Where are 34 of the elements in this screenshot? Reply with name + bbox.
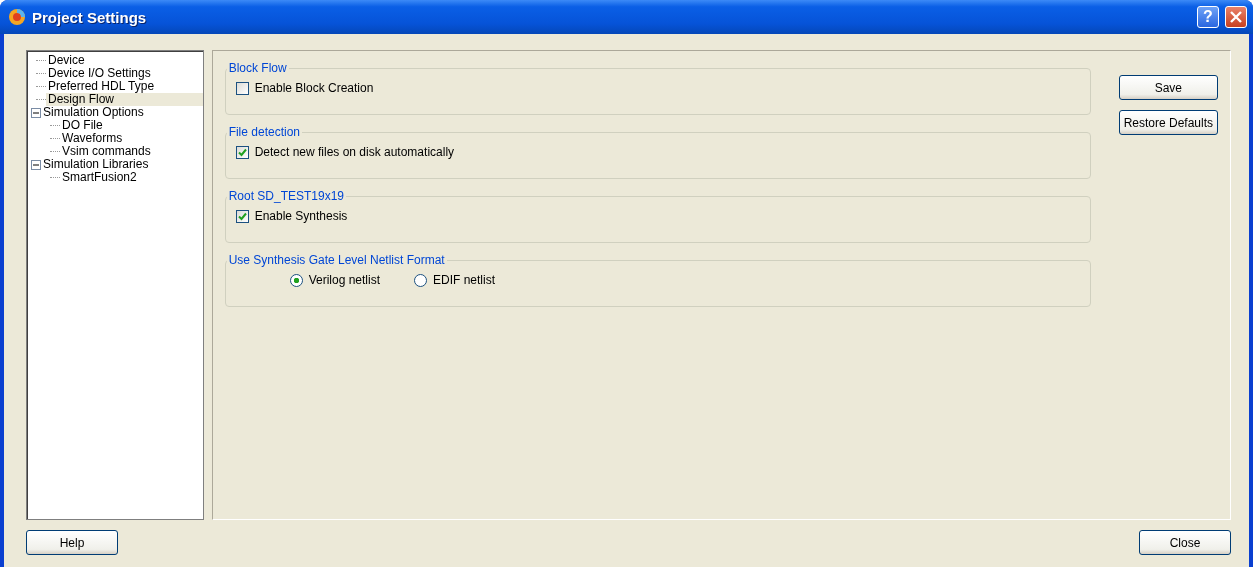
close-icon — [1230, 11, 1242, 23]
checkbox[interactable] — [235, 209, 249, 223]
checkbox[interactable] — [235, 145, 249, 159]
radio-label: EDIF netlist — [433, 273, 495, 287]
help-button[interactable]: Help — [26, 530, 118, 555]
checkbox-label: Enable Block Creation — [254, 81, 374, 95]
group-title: File detection — [227, 125, 301, 139]
tree-item[interactable]: Preferred HDL Type — [46, 80, 203, 93]
close-button[interactable]: Close — [1139, 530, 1231, 555]
tree-item[interactable]: Device — [46, 54, 203, 67]
tree-item[interactable]: Vsim commands — [60, 145, 203, 158]
tree-item[interactable]: Waveforms — [60, 132, 203, 145]
tree-item[interactable]: Simulation Options — [41, 106, 203, 119]
radio-button[interactable] — [414, 273, 427, 287]
restore-defaults-button[interactable]: Restore Defaults — [1118, 110, 1218, 135]
close-button[interactable] — [1225, 6, 1247, 28]
tree-item[interactable]: DO File — [60, 119, 203, 132]
group-title: Use Synthesis Gate Level Netlist Format — [227, 253, 446, 267]
radio-label: Verilog netlist — [308, 273, 380, 287]
radio-button[interactable] — [289, 273, 303, 287]
group-title: Block Flow — [227, 61, 288, 75]
group-title: Root SD_TEST19x19 — [227, 189, 345, 203]
checkbox-label: Detect new files on disk automatically — [254, 145, 455, 159]
tree-item[interactable]: Simulation Libraries — [41, 158, 203, 171]
app-logo-icon — [8, 8, 26, 26]
collapse-toggle-icon[interactable] — [31, 159, 41, 170]
tree-item[interactable]: Design Flow — [46, 93, 203, 106]
tree-item[interactable]: SmartFusion2 — [60, 171, 203, 184]
window-title: Project Settings — [32, 8, 148, 26]
checkbox[interactable] — [235, 81, 249, 95]
save-button[interactable]: Save — [1118, 75, 1218, 100]
checkbox-label: Enable Synthesis — [254, 209, 348, 223]
collapse-toggle-icon[interactable] — [31, 107, 41, 118]
tree-item[interactable]: Device I/O Settings — [46, 67, 203, 80]
